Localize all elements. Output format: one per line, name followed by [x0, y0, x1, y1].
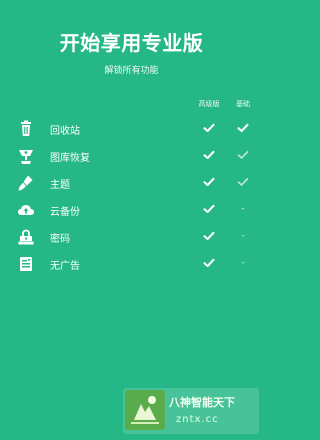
trash-icon [17, 120, 35, 138]
dash-marker: - [241, 231, 245, 241]
watermark-title: 八神智能天下 [169, 396, 235, 409]
feature-label: 密码 [50, 234, 70, 245]
feature-row-no-ads: 无广告 - [0, 253, 263, 275]
check-icon [235, 120, 251, 136]
feature-label: 主题 [50, 180, 70, 191]
watermark-badge: 八神智能天下 zntx.cc [123, 388, 259, 434]
check-icon-muted [235, 147, 251, 163]
feature-row-gallery-restore: 图库恢复 [0, 145, 263, 167]
check-icon-muted [235, 174, 251, 190]
feature-row-password: 密码 - [0, 226, 263, 248]
check-icon [201, 147, 217, 163]
check-icon [201, 255, 217, 271]
cloud-upload-icon [17, 201, 35, 219]
feature-label: 图库恢复 [50, 153, 90, 164]
no-ads-icon [17, 255, 35, 273]
column-header-basic: 基础 [236, 100, 250, 108]
page-title: 开始享用专业版 [59, 31, 204, 55]
feature-label: 云备份 [50, 207, 80, 218]
dash-marker: - [241, 258, 245, 268]
watermark-url: zntx.cc [176, 414, 219, 425]
feature-label: 无广告 [50, 261, 80, 272]
check-icon [201, 228, 217, 244]
brush-icon [17, 174, 35, 192]
gallery-restore-icon [17, 147, 35, 165]
check-icon [201, 174, 217, 190]
page-subtitle: 解锁所有功能 [104, 66, 159, 76]
check-icon [201, 201, 217, 217]
watermark-logo-icon [125, 390, 165, 430]
feature-row-recycle-bin: 回收站 [0, 118, 263, 140]
feature-row-theme: 主题 [0, 172, 263, 194]
feature-row-cloud-backup: 云备份 - [0, 199, 263, 221]
dash-marker: - [241, 204, 245, 214]
feature-label: 回收站 [50, 126, 80, 137]
check-icon [201, 120, 217, 136]
lock-icon [17, 228, 35, 246]
